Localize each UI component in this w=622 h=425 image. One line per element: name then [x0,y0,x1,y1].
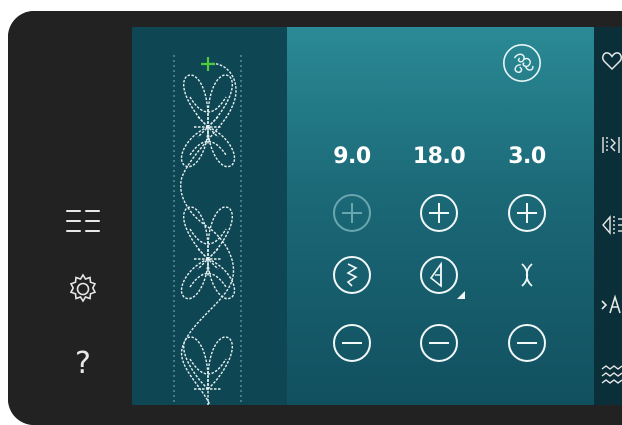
left-rail: ? [8,11,132,425]
minus-icon [508,324,546,362]
text-stitch-icon[interactable] [600,293,622,317]
settings-button[interactable] [58,269,108,309]
tie-off-icon[interactable] [600,133,622,157]
stitch-swirl-button[interactable] [502,43,546,87]
stitch-width-value: 9.0 [333,144,371,169]
machine-screen-frame: ? 9.0 18.0 3.0 [8,11,622,425]
stitch-density-plus-button[interactable] [507,193,547,233]
minus-icon [420,324,458,362]
stitch-width-plus-button[interactable] [332,193,372,233]
favorite-heart-icon[interactable] [600,49,622,73]
mirror-icon [521,263,533,287]
stitch-controls-panel: 9.0 18.0 3.0 [287,27,594,405]
stitch-length-value: 18.0 [412,144,466,169]
stitch-width-icon [333,256,371,294]
plus-icon [420,194,458,232]
submenu-corner-icon [457,291,465,299]
stitch-length-plus-button[interactable] [419,193,459,233]
list-menu-icon [66,210,100,232]
start-marker-icon [201,57,215,71]
stitch-length-minus-button[interactable] [419,323,459,363]
stitch-menu-icon[interactable] [600,363,622,387]
minus-icon [333,324,371,362]
gear-icon [69,273,97,303]
stitch-positioning-button[interactable] [419,255,465,299]
stitch-preview[interactable] [132,27,287,405]
stitch-density-minus-button[interactable] [507,323,547,363]
stitch-width-mode-button[interactable] [332,255,372,295]
list-menu-button[interactable] [58,201,108,241]
help-label: ? [75,345,91,381]
side-mirror-icon[interactable] [600,213,622,237]
stitch-swirl-icon [503,44,541,82]
help-button[interactable]: ? [58,343,108,383]
plus-icon [508,194,546,232]
stitch-pattern-illustration [173,55,242,405]
stitch-density-value: 3.0 [508,144,546,169]
mirror-button[interactable] [507,255,547,295]
right-function-bar [594,27,622,405]
plus-icon [333,194,371,232]
stitch-positioning-icon [420,256,458,294]
display-screen: 9.0 18.0 3.0 [132,27,622,405]
stitch-width-minus-button[interactable] [332,323,372,363]
